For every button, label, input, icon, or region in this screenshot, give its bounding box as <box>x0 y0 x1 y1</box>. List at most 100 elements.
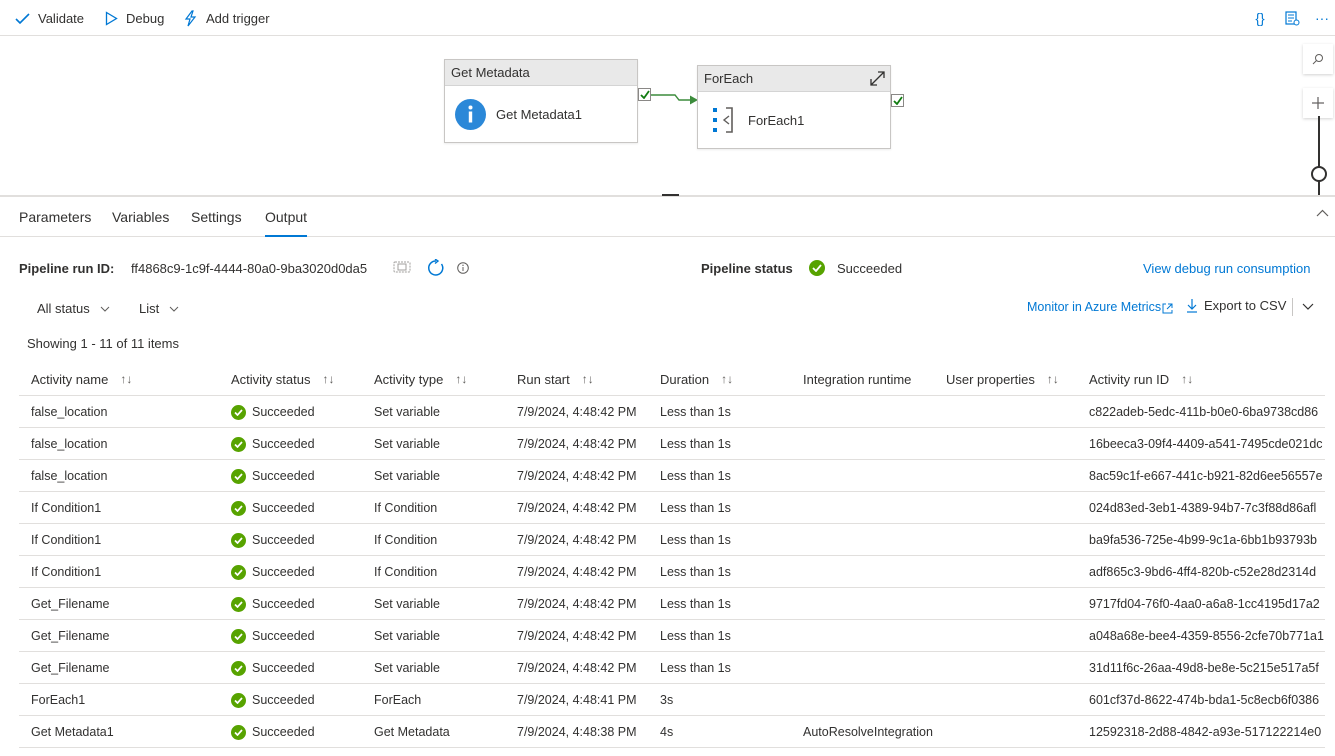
column-label: Activity status <box>231 371 311 387</box>
info-icon[interactable] <box>457 262 469 274</box>
tab-settings[interactable]: Settings <box>191 197 242 237</box>
node-name: Get Metadata1 <box>496 106 582 122</box>
status-text: Succeeded <box>252 693 315 707</box>
pipeline-toolbar: Validate Debug Add trigger {} ··· <box>0 0 1335 36</box>
cell-activity-type: Get Metadata <box>374 725 450 739</box>
cell-activity-name[interactable]: false_location <box>31 428 221 460</box>
info-icon <box>455 98 486 130</box>
debug-button[interactable]: Debug <box>105 0 164 36</box>
zoom-slider-thumb[interactable] <box>1311 166 1327 182</box>
column-label: Activity type <box>374 371 444 387</box>
table-row[interactable]: ForEach1 Succeeded ForEach 7/9/2024, 4:4… <box>19 684 1325 716</box>
success-icon <box>809 260 825 276</box>
cell-duration: Less than 1s <box>660 629 731 643</box>
cell-activity-type: Set variable <box>374 629 441 643</box>
cell-activity-name[interactable]: If Condition1 <box>31 556 221 588</box>
table-row[interactable]: If Condition1 Succeeded If Condition 7/9… <box>19 492 1325 524</box>
cell-activity-name[interactable]: Get_Filename <box>31 652 221 684</box>
cell-duration: Less than 1s <box>660 533 731 547</box>
table-row[interactable]: Get Metadata1 Succeeded Get Metadata 7/9… <box>19 716 1325 748</box>
zoom-in-button[interactable] <box>1303 88 1333 118</box>
status-text: Succeeded <box>252 437 315 451</box>
cell-activity-name[interactable]: false_location <box>31 396 221 428</box>
column-header-activity-run-id[interactable]: Activity run ID ↑↓ <box>1089 362 1193 396</box>
cell-activity-status: Succeeded <box>231 492 371 524</box>
pipeline-status-label: Pipeline status <box>701 261 793 276</box>
column-header-activity-status[interactable]: Activity status ↑↓ <box>231 362 334 396</box>
code-view-button[interactable]: {} <box>1250 8 1270 28</box>
table-row[interactable]: false_location Succeeded Set variable 7/… <box>19 396 1325 428</box>
cell-activity-type: ForEach <box>374 693 422 707</box>
cell-activity-name[interactable]: Get_Filename <box>31 620 221 652</box>
table-row[interactable]: false_location Succeeded Set variable 7/… <box>19 460 1325 492</box>
status-text: Succeeded <box>252 405 315 419</box>
node-body: ForEach1 <box>698 92 890 148</box>
cell-duration: Less than 1s <box>660 469 731 483</box>
external-link-icon <box>1162 303 1173 314</box>
column-label: Activity name <box>31 371 109 387</box>
cell-user-properties <box>946 396 1086 428</box>
column-header-integration-runtime[interactable]: Integration runtime <box>803 362 911 396</box>
refresh-icon[interactable] <box>427 259 445 277</box>
validate-label: Validate <box>38 10 85 26</box>
chevron-down-icon <box>100 306 110 312</box>
column-label: Duration <box>660 371 710 387</box>
status-filter-dropdown[interactable]: All status <box>37 301 110 316</box>
view-mode-dropdown[interactable]: List <box>139 301 179 316</box>
success-icon <box>231 468 246 484</box>
copy-icon[interactable] <box>393 261 411 273</box>
column-header-run-start[interactable]: Run start ↑↓ <box>517 362 594 396</box>
lightning-icon <box>184 9 197 26</box>
column-header-user-properties[interactable]: User properties ↑↓ <box>946 362 1059 396</box>
node-name: ForEach1 <box>748 112 805 128</box>
view-debug-consumption-link[interactable]: View debug run consumption <box>1143 261 1310 276</box>
cell-activity-name[interactable]: ForEach1 <box>31 684 221 716</box>
table-row[interactable]: false_location Succeeded Set variable 7/… <box>19 428 1325 460</box>
properties-button[interactable] <box>1282 8 1302 28</box>
success-icon <box>231 724 246 740</box>
chevron-down-icon[interactable] <box>1302 303 1314 310</box>
cell-activity-name[interactable]: false_location <box>31 460 221 492</box>
export-csv-button[interactable]: Export to CSV <box>1186 298 1286 313</box>
splitter-grip[interactable] <box>662 194 679 196</box>
activity-node-foreach[interactable]: ForEach ForEach1 <box>697 65 891 149</box>
sort-icon: ↑↓ <box>455 372 468 386</box>
search-canvas-button[interactable] <box>1303 44 1333 74</box>
success-icon <box>231 596 246 612</box>
table-row[interactable]: Get_Filename Succeeded Set variable 7/9/… <box>19 620 1325 652</box>
table-row[interactable]: Get_Filename Succeeded Set variable 7/9/… <box>19 652 1325 684</box>
success-port[interactable] <box>891 94 904 107</box>
checkmark-icon <box>892 96 903 105</box>
cell-run-start: 7/9/2024, 4:48:42 PM <box>517 565 637 579</box>
cell-activity-name[interactable]: If Condition1 <box>31 524 221 556</box>
more-options-button[interactable]: ··· <box>1312 8 1332 28</box>
cell-activity-name[interactable]: Get Metadata1 <box>31 716 221 748</box>
table-row[interactable]: Get_Filename Succeeded Set variable 7/9/… <box>19 588 1325 620</box>
column-header-duration[interactable]: Duration ↑↓ <box>660 362 733 396</box>
view-mode-value: List <box>139 301 160 316</box>
tab-parameters[interactable]: Parameters <box>19 197 91 237</box>
cell-activity-type: Set variable <box>374 405 441 419</box>
column-header-activity-name[interactable]: Activity name ↑↓ <box>31 362 132 396</box>
activity-node-get-metadata[interactable]: Get Metadata Get Metadata1 <box>444 59 638 143</box>
cell-activity-name[interactable]: If Condition1 <box>31 492 221 524</box>
debug-label: Debug <box>126 10 165 26</box>
cell-activity-type: Set variable <box>374 469 441 483</box>
cell-run-start: 7/9/2024, 4:48:42 PM <box>517 405 637 419</box>
pipeline-canvas[interactable]: Get Metadata Get Metadata1 ForEach ForEa… <box>0 36 1335 196</box>
tab-output[interactable]: Output <box>265 197 308 237</box>
tab-variables[interactable]: Variables <box>112 197 169 237</box>
success-port[interactable] <box>638 88 651 101</box>
table-row[interactable]: If Condition1 Succeeded If Condition 7/9… <box>19 556 1325 588</box>
cell-activity-run-id: ba9fa536-725e-4b99-9c1a-6bb1b93793b <box>1089 533 1317 547</box>
monitor-azure-metrics-link[interactable]: Monitor in Azure Metrics <box>1027 300 1161 314</box>
cell-activity-name[interactable]: Get_Filename <box>31 588 221 620</box>
table-row[interactable]: If Condition1 Succeeded If Condition 7/9… <box>19 524 1325 556</box>
expand-icon[interactable] <box>869 70 886 87</box>
validate-button[interactable]: Validate <box>15 0 84 36</box>
column-header-activity-type[interactable]: Activity type ↑↓ <box>374 362 467 396</box>
add-trigger-button[interactable]: Add trigger <box>183 0 270 36</box>
zoom-slider-track[interactable] <box>1318 116 1320 196</box>
chevron-up-icon[interactable] <box>1316 209 1329 217</box>
cell-user-properties <box>946 588 1086 620</box>
